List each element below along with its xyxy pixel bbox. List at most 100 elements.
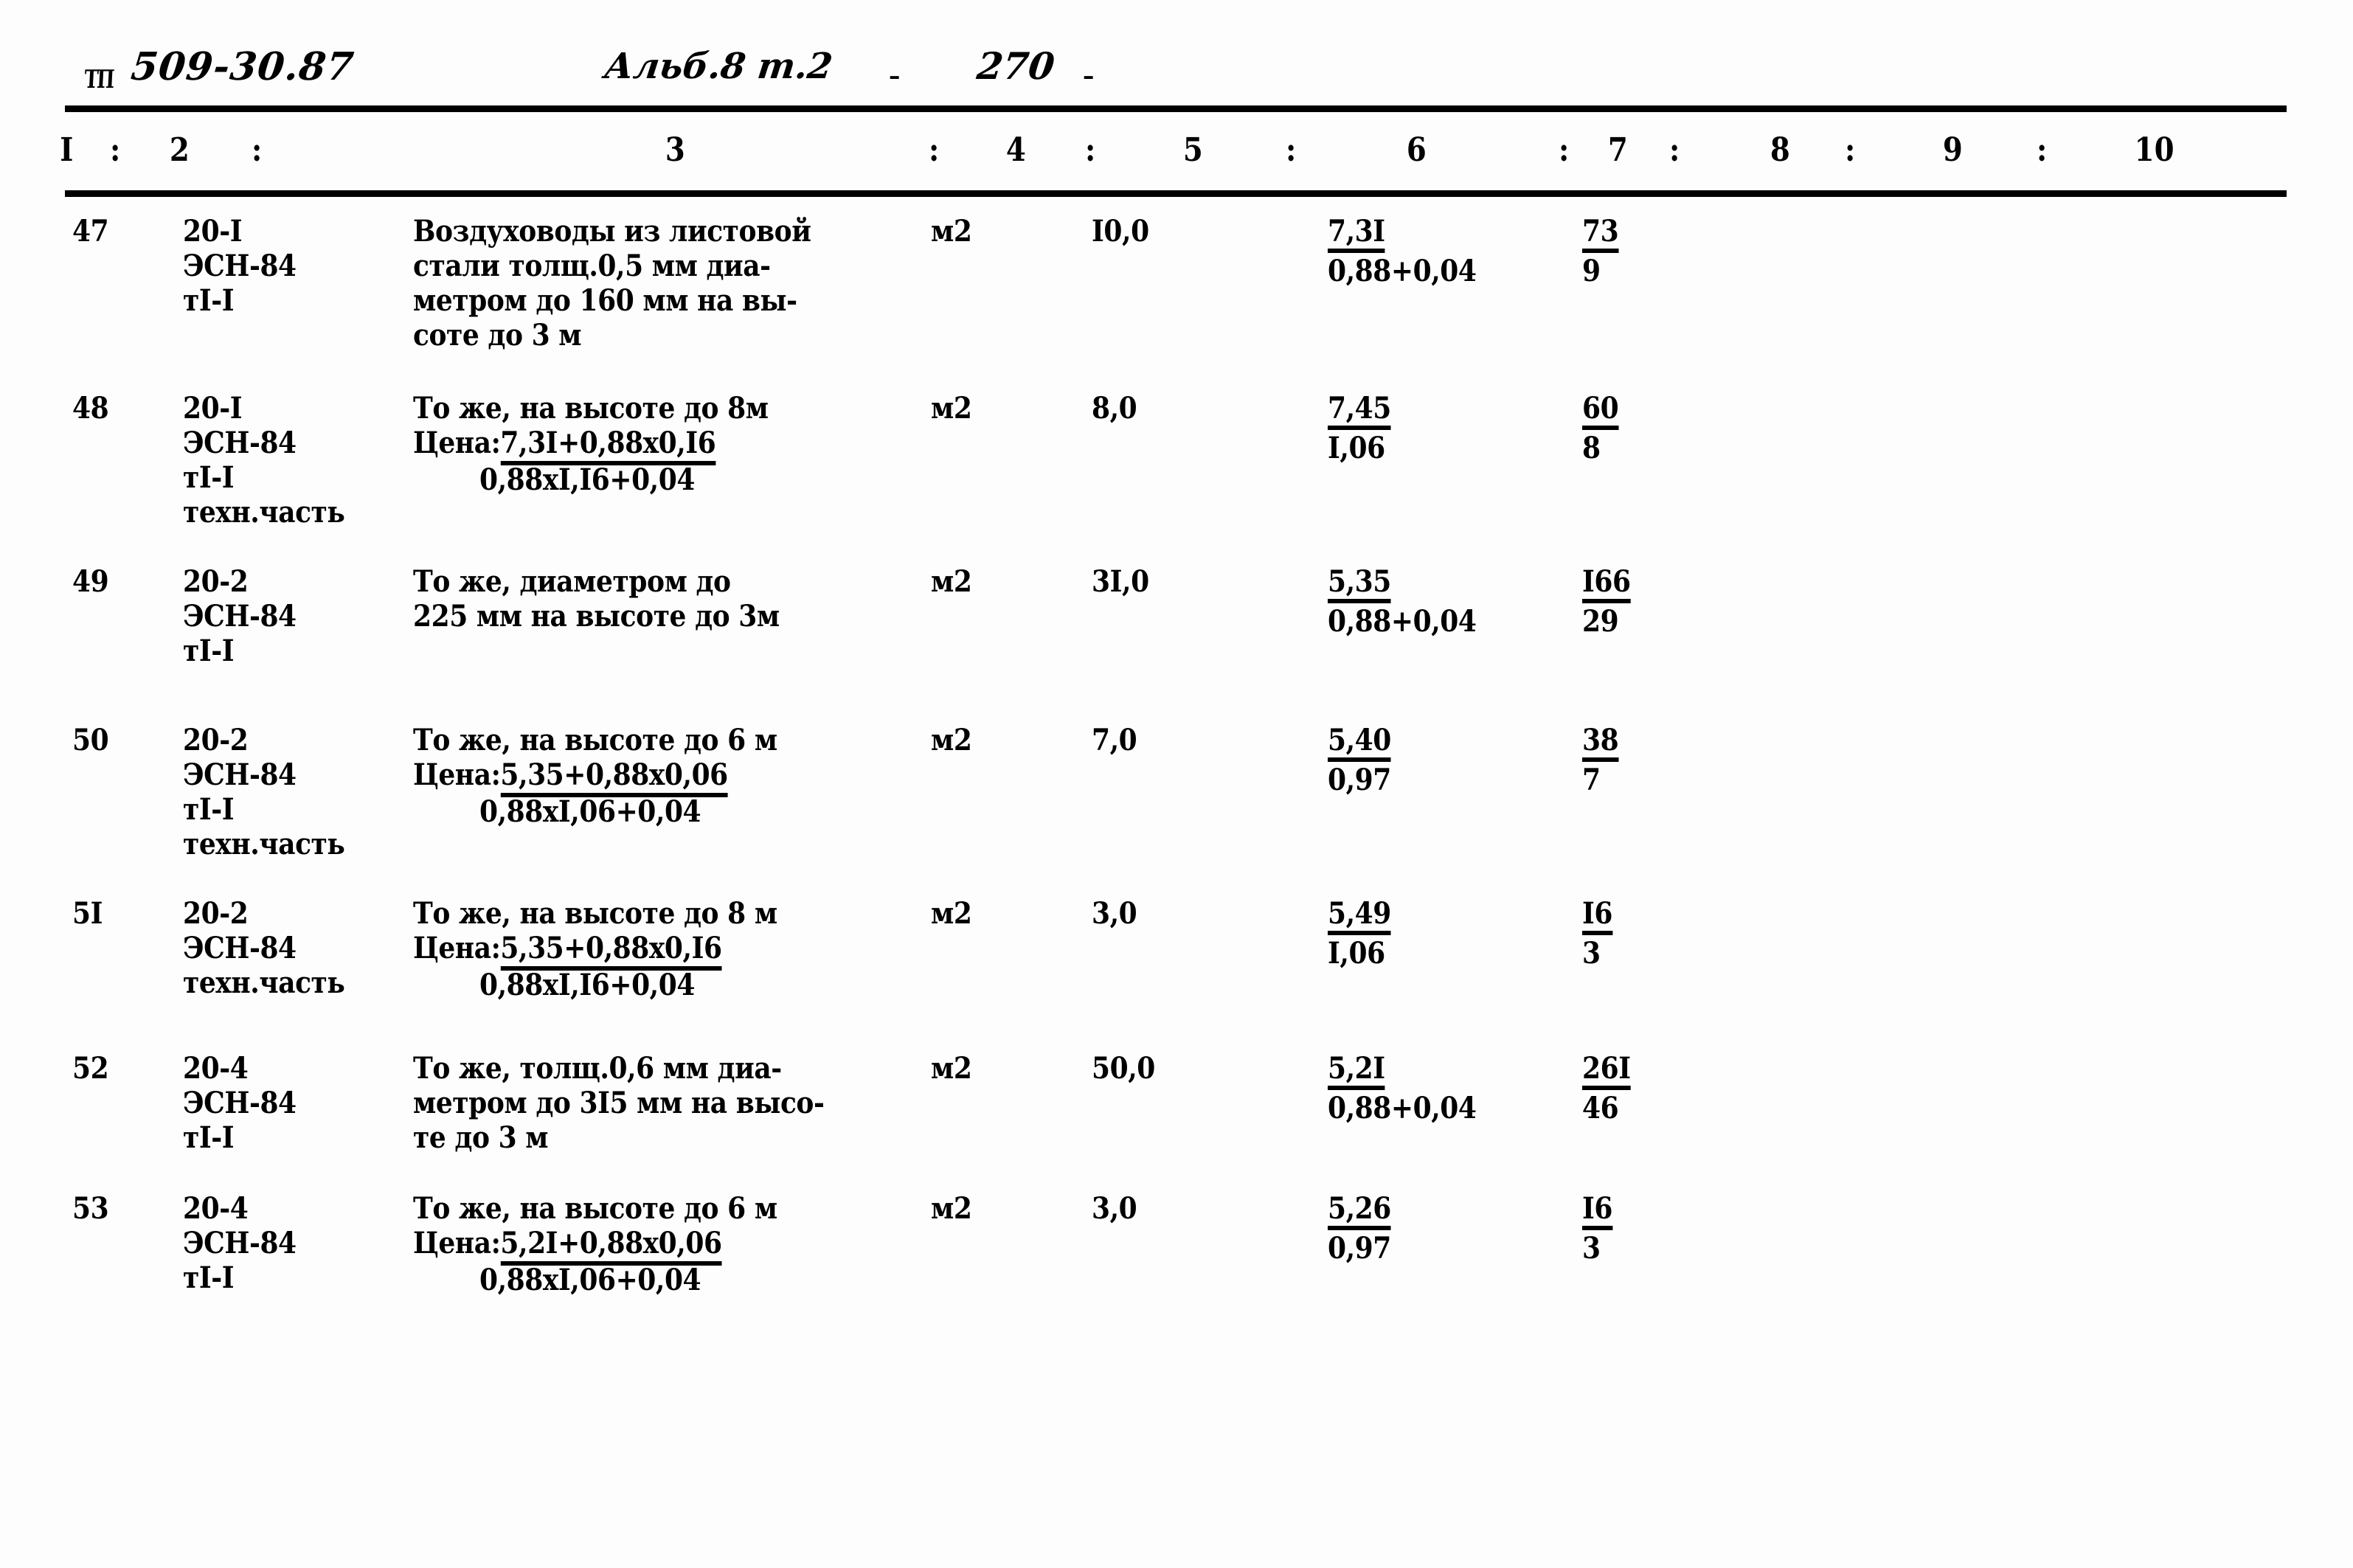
- row-unit-price: 5,40 0,97: [1328, 723, 1547, 799]
- row-description: То же, толщ.0,6 мм диа-метром до 3I5 мм …: [413, 1051, 904, 1155]
- unit-price-numerator: 5,49: [1328, 898, 1391, 935]
- unit-price-numerator: 5,2I: [1328, 1052, 1385, 1090]
- row-norm-codes: 20-I ЭСН-84 тI-I техн.часть: [183, 391, 402, 530]
- description-line: Воздуховоды из листовой: [413, 214, 811, 249]
- column-header-13: :: [1668, 131, 1680, 169]
- norm-code-line: ЭСН-84: [183, 757, 297, 792]
- header-rule-top: [65, 105, 2287, 112]
- row-item-number: 52: [72, 1051, 109, 1086]
- row-unit-price: 7,45 I,06: [1328, 391, 1547, 467]
- row-total-cost: I6 3: [1582, 896, 1768, 972]
- price-formula-label: Цена:: [413, 931, 501, 965]
- row-unit: м2: [931, 564, 972, 599]
- row-description: То же, на высоте до 6 м Цена:5,35+0,88х0,…: [413, 723, 904, 831]
- row-unit: м2: [931, 214, 972, 249]
- unit-price-numerator: 5,40: [1328, 724, 1391, 762]
- norm-code-line: 20-2: [183, 896, 249, 931]
- row-total-cost: 26I 46: [1582, 1051, 1768, 1127]
- norm-code-line: 20-4: [183, 1051, 249, 1086]
- column-header-8: 5: [1182, 131, 1203, 169]
- row-quantity: 8,0: [1092, 391, 1137, 426]
- column-header-15: :: [1844, 131, 1856, 169]
- price-formula: Цена:5,2I+0,88х0,06 0,88хI,06+0,04: [413, 1226, 904, 1300]
- unit-price-denominator: 0,88+0,04: [1328, 254, 1477, 288]
- description-line: То же, толщ.0,6 мм диа-: [413, 1051, 782, 1086]
- norm-code-line: техн.часть: [183, 965, 345, 1000]
- description-line: метром до 3I5 мм на высо-: [413, 1086, 825, 1120]
- norm-code-line: техн.часть: [183, 495, 345, 530]
- row-item-number: 5I: [72, 896, 103, 931]
- description-line: метром до 160 мм на вы-: [413, 283, 797, 318]
- row-norm-codes: 20-I ЭСН-84 тI-I: [183, 214, 402, 318]
- row-norm-codes: 20-2 ЭСН-84 тI-I техн.часть: [183, 723, 402, 861]
- total-cost-denominator: 9: [1582, 254, 1601, 288]
- document-code: 509-30.87: [128, 44, 357, 89]
- row-quantity: I0,0: [1092, 214, 1149, 249]
- row-description: Воздуховоды из листовой стали толщ.0,5 мм…: [413, 214, 904, 353]
- row-unit: м2: [931, 1191, 972, 1226]
- row-total-cost: 73 9: [1582, 214, 1768, 290]
- column-header-3: :: [251, 131, 263, 169]
- norm-code-line: 20-2: [183, 564, 249, 599]
- norm-code-line: 20-I: [183, 391, 243, 426]
- price-formula-numerator: 5,2I+0,88х0,06: [500, 1226, 722, 1266]
- description-line: То же, на высоте до 8 м: [413, 896, 777, 931]
- row-description: То же, на высоте до 6 м Цена:5,2I+0,88х0,…: [413, 1191, 904, 1300]
- norm-code-line: ЭСН-84: [183, 599, 297, 634]
- description-line: То же, диаметром до: [413, 564, 731, 599]
- document-header: ТП 509-30.87 Альб.8 т.2 - 270 -: [0, 30, 2353, 96]
- norm-code-line: 20-2: [183, 723, 249, 757]
- row-unit-price: 5,49 I,06: [1328, 896, 1547, 972]
- norm-code-line: ЭСН-84: [183, 426, 297, 460]
- norm-code-line: 20-I: [183, 214, 243, 249]
- total-cost-denominator: 7: [1582, 763, 1601, 797]
- description-line: То же, на высоте до 6 м: [413, 723, 777, 757]
- header-rule-bottom: [65, 190, 2287, 197]
- page-dash-left: -: [889, 55, 901, 93]
- row-norm-codes: 20-4 ЭСН-84 тI-I: [183, 1191, 402, 1295]
- total-cost-denominator: 46: [1582, 1091, 1619, 1125]
- page-dash-right: -: [1083, 55, 1095, 93]
- price-formula-denominator: 0,88хI,06+0,04: [479, 1263, 701, 1297]
- price-formula-denominator: 0,88хI,I6+0,04: [479, 462, 695, 497]
- unit-price-denominator: I,06: [1328, 936, 1385, 971]
- norm-code-line: тI-I: [183, 1260, 235, 1295]
- unit-price-denominator: 0,97: [1328, 763, 1391, 797]
- column-header-12: 7: [1607, 131, 1628, 169]
- row-unit-price: 7,3I 0,88+0,04: [1328, 214, 1547, 290]
- document-type-stamp: ТП: [83, 65, 114, 94]
- description-line: стали толщ.0,5 мм диа-: [413, 249, 771, 283]
- norm-code-line: ЭСН-84: [183, 1086, 297, 1120]
- total-cost-numerator: I6: [1582, 898, 1612, 935]
- price-formula-label: Цена:: [413, 426, 501, 460]
- row-item-number: 53: [72, 1191, 109, 1226]
- total-cost-numerator: I6: [1582, 1193, 1612, 1230]
- price-formula-numerator: 7,3I+0,88х0,I6: [500, 426, 716, 465]
- price-formula: Цена:5,35+0,88х0,06 0,88хI,06+0,04: [413, 757, 904, 831]
- norm-code-line: тI-I: [183, 634, 235, 668]
- total-cost-denominator: 3: [1582, 1231, 1601, 1266]
- row-unit-price: 5,2I 0,88+0,04: [1328, 1051, 1547, 1127]
- unit-price-numerator: 5,26: [1328, 1193, 1391, 1230]
- row-quantity: 50,0: [1092, 1051, 1155, 1086]
- price-formula-numerator: 5,35+0,88х0,06: [500, 757, 728, 797]
- row-description: То же, диаметром до 225 мм на высоте до 3…: [413, 564, 904, 634]
- total-cost-denominator: 8: [1582, 431, 1601, 465]
- column-header-6: 4: [1005, 131, 1026, 169]
- total-cost-numerator: 38: [1582, 724, 1619, 762]
- document-page: ТП 509-30.87 Альб.8 т.2 - 270 - I: 2: 3: 4:…: [0, 0, 2353, 1568]
- column-header-14: 8: [1770, 131, 1790, 169]
- norm-code-line: ЭСН-84: [183, 249, 297, 283]
- table-column-headers: I:2:3:4:5:6:7:8:9:10: [0, 131, 2353, 183]
- row-item-number: 49: [72, 564, 109, 599]
- row-unit: м2: [931, 723, 972, 757]
- column-header-17: :: [2036, 131, 2048, 169]
- row-unit-price: 5,26 0,97: [1328, 1191, 1547, 1267]
- norm-code-line: техн.часть: [183, 827, 345, 861]
- row-total-cost: 60 8: [1582, 391, 1768, 467]
- row-unit: м2: [931, 1051, 972, 1086]
- column-header-2: 2: [169, 131, 190, 169]
- column-header-4: 3: [665, 131, 685, 169]
- row-unit: м2: [931, 391, 972, 426]
- total-cost-numerator: 60: [1582, 392, 1619, 430]
